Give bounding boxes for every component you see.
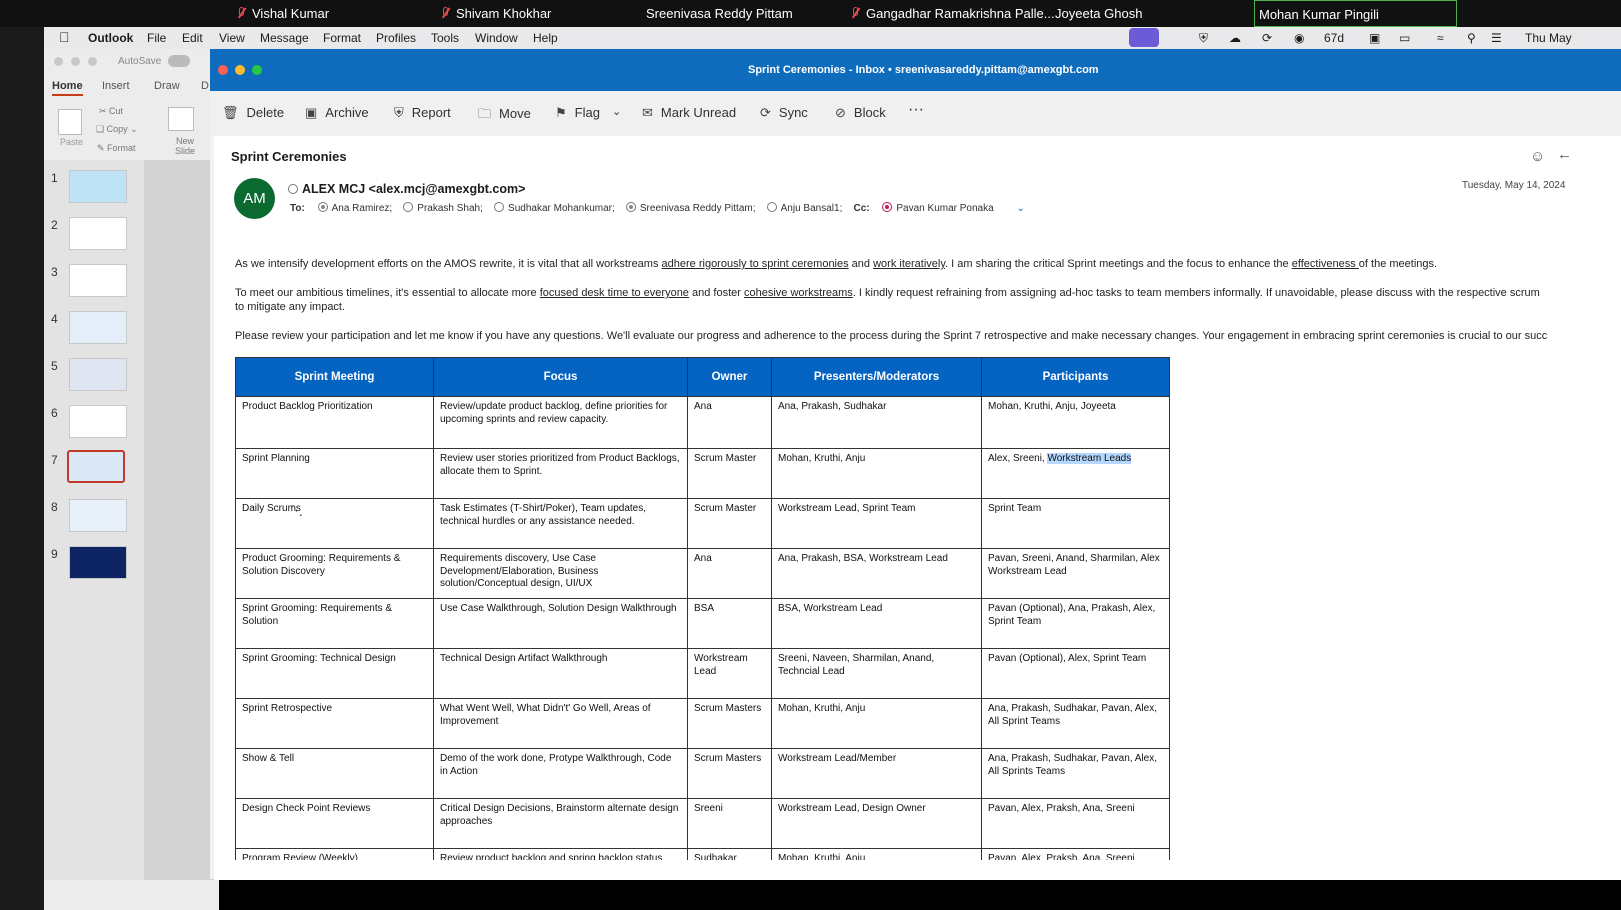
table-row: Show & Tell Demo of the work done, Proty… bbox=[235, 748, 1170, 799]
table-cell: Ana bbox=[687, 396, 772, 449]
table-cell: Product Grooming: Requirements & Solutio… bbox=[235, 548, 434, 599]
table-cell: Design Check Point Reviews bbox=[235, 798, 434, 849]
table-cell: Workstream Lead, Design Owner bbox=[771, 798, 982, 849]
table-cell: Workstream Lead/Member bbox=[771, 748, 982, 799]
table-cell: Pavan, Alex, Praksh, Ana, Sreeni bbox=[981, 798, 1170, 849]
table-cell: Technical Design Artifact Walkthrough bbox=[433, 648, 688, 699]
table-cell: Sprint Planning bbox=[235, 448, 434, 499]
table-cell: BSA bbox=[687, 598, 772, 649]
table-cell: Mohan, Kruthi, Anju bbox=[771, 848, 982, 860]
table-cell: Critical Design Decisions, Brainstorm al… bbox=[433, 798, 688, 849]
table-cell: Requirements discovery, Use Case Develop… bbox=[433, 548, 688, 599]
table-cell: Daily Scrums bbox=[235, 498, 434, 549]
table-row: Product Grooming: Requirements & Solutio… bbox=[235, 548, 1170, 599]
table-cell: Ana bbox=[687, 548, 772, 599]
table-cell: Review product backlog and spring backlo… bbox=[433, 848, 688, 860]
text-cursor-icon: ⋱ bbox=[290, 503, 303, 518]
table-cell: Demo of the work done, Protype Walkthrou… bbox=[433, 748, 688, 799]
table-cell: Review user stories prioritized from Pro… bbox=[433, 448, 688, 499]
table-cell: Alex, Sreeni, Workstream Leads bbox=[981, 448, 1170, 499]
table-cell: Ana, Prakash, BSA, Workstream Lead bbox=[771, 548, 982, 599]
table-cell: Workstream Lead, Sprint Team bbox=[771, 498, 982, 549]
column-header: Focus bbox=[433, 357, 688, 397]
table-header-row: Sprint Meeting Focus Owner Presenters/Mo… bbox=[235, 357, 1170, 397]
table-cell: Ana, Prakash, Sudhakar bbox=[771, 396, 982, 449]
table-cell: Program Review (Weekly) bbox=[235, 848, 434, 860]
column-header: Sprint Meeting bbox=[235, 357, 434, 397]
column-header: Owner bbox=[687, 357, 772, 397]
table-cell: BSA, Workstream Lead bbox=[771, 598, 982, 649]
table-cell: Sprint Grooming: Requirements & Solution bbox=[235, 598, 434, 649]
table-cell: What Went Well, What Didn't' Go Well, Ar… bbox=[433, 698, 688, 749]
table-cell: Mohan, Kruthi, Anju bbox=[771, 698, 982, 749]
table-cell: Pavan (Optional), Ana, Prakash, Alex, Sp… bbox=[981, 598, 1170, 649]
table-cell: Workstream Lead bbox=[687, 648, 772, 699]
table-cell: Scrum Master bbox=[687, 448, 772, 499]
table-row: Daily Scrums Task Estimates (T-Shirt/Pok… bbox=[235, 498, 1170, 549]
table-cell: Sreeni bbox=[687, 798, 772, 849]
table-cell: Sprint Team bbox=[981, 498, 1170, 549]
table-row: Product Backlog Prioritization Review/up… bbox=[235, 396, 1170, 449]
table-row: Program Review (Weekly) Review product b… bbox=[235, 848, 1170, 860]
column-header: Presenters/Moderators bbox=[771, 357, 982, 397]
table-clip: Sprint Meeting Focus Owner Presenters/Mo… bbox=[0, 0, 1621, 860]
table-row: Sprint Retrospective What Went Well, Wha… bbox=[235, 698, 1170, 749]
table-cell: Ana, Prakash, Sudhakar, Pavan, Alex, All… bbox=[981, 698, 1170, 749]
table-cell: Sprint Grooming: Technical Design bbox=[235, 648, 434, 699]
table-row: Sprint Planning Review user stories prio… bbox=[235, 448, 1170, 499]
table-cell: Sudhakar bbox=[687, 848, 772, 860]
table-cell: Scrum Masters bbox=[687, 748, 772, 799]
table-cell: Pavan, Alex, Praksh, Ana, Sreeni bbox=[981, 848, 1170, 860]
table-cell: Scrum Masters bbox=[687, 698, 772, 749]
table-cell: Sprint Retrospective bbox=[235, 698, 434, 749]
column-header: Participants bbox=[981, 357, 1170, 397]
table-cell: Task Estimates (T-Shirt/Poker), Team upd… bbox=[433, 498, 688, 549]
table-cell: Show & Tell bbox=[235, 748, 434, 799]
selected-text[interactable]: Workstream Leads bbox=[1047, 453, 1132, 464]
table-row: Design Check Point Reviews Critical Desi… bbox=[235, 798, 1170, 849]
table-cell: Ana, Prakash, Sudhakar, Pavan, Alex, All… bbox=[981, 748, 1170, 799]
table-cell: Sreeni, Naveen, Sharmilan, Anand, Technc… bbox=[771, 648, 982, 699]
table-cell: Pavan (Optional), Alex, Sprint Team bbox=[981, 648, 1170, 699]
table-cell: Use Case Walkthrough, Solution Design Wa… bbox=[433, 598, 688, 649]
table-cell: Scrum Master bbox=[687, 498, 772, 549]
table-cell: Product Backlog Prioritization bbox=[235, 396, 434, 449]
table-row: Sprint Grooming: Technical Design Techni… bbox=[235, 648, 1170, 699]
table-cell: Review/update product backlog, define pr… bbox=[433, 396, 688, 449]
table-cell: Mohan, Kruthi, Anju, Joyeeta bbox=[981, 396, 1170, 449]
sprint-ceremonies-table: Sprint Meeting Focus Owner Presenters/Mo… bbox=[235, 357, 1170, 860]
table-cell: Pavan, Sreeni, Anand, Sharmilan, Alex Wo… bbox=[981, 548, 1170, 599]
table-cell: Mohan, Kruthi, Anju bbox=[771, 448, 982, 499]
table-row: Sprint Grooming: Requirements & Solution… bbox=[235, 598, 1170, 649]
